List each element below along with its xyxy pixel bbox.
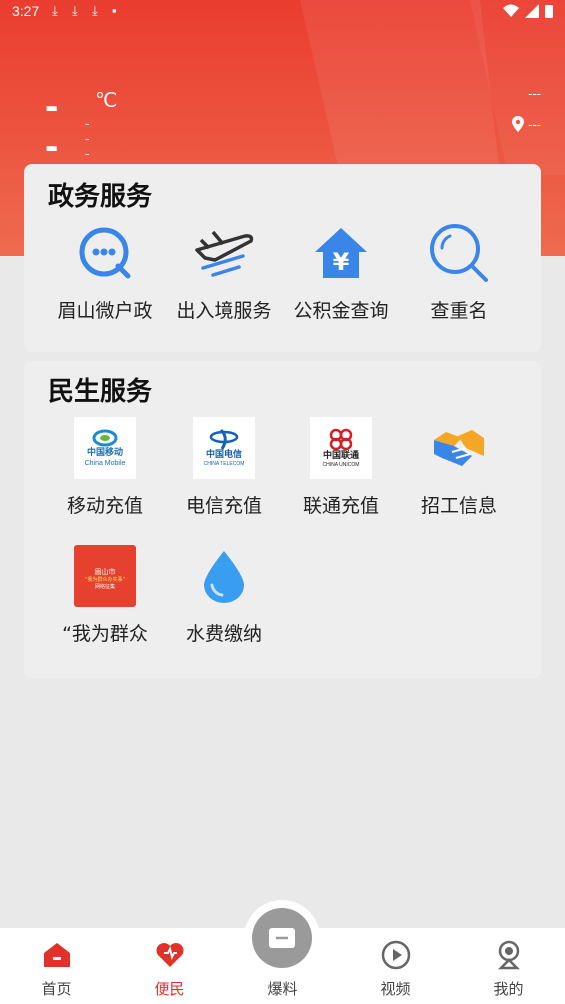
weather-desc: --- <box>85 116 90 161</box>
nav-label: 首页 <box>41 980 72 998</box>
service-label: 公积金查询 <box>293 300 389 322</box>
service-label: 水费缴纳 <box>185 623 262 645</box>
status-time: 3:27 <box>12 3 40 19</box>
location-text: --- <box>528 116 541 132</box>
home-icon <box>0 936 113 974</box>
service-chujing[interactable]: 出入境服务 <box>165 222 283 323</box>
nav-video[interactable]: 视频 <box>339 928 452 999</box>
china-mobile-logo: 中国移动 China Mobile <box>74 417 136 479</box>
water-drop-icon <box>193 545 255 607</box>
nav-label: 我的 <box>493 980 524 998</box>
location-pin-icon <box>512 116 524 132</box>
house-yen-icon: ¥ <box>310 222 372 284</box>
mobile-logo-en: China Mobile <box>84 460 126 467</box>
service-unicom-topup[interactable]: 中国联通 CHINA UNICOM 联通充值 <box>282 417 400 518</box>
notification-icon: ▪ <box>112 3 117 18</box>
service-water-bill[interactable]: 水费缴纳 <box>165 545 283 646</box>
gov-services-card: 政务服务 眉山微户政 出入境服务 ¥ 公积金查询 查重名 <box>24 164 541 352</box>
service-label: 电信充值 <box>185 495 262 517</box>
unicom-logo-cn: 中国联通 <box>322 451 359 461</box>
nav-label: 爆料 <box>267 980 298 998</box>
service-weihuzheng[interactable]: 眉山微户政 <box>46 222 164 323</box>
mobile-logo-cn: 中国移动 <box>86 448 123 458</box>
service-recruitment[interactable]: 招工信息 <box>400 417 518 518</box>
service-people-campaign[interactable]: 眉山市 “我为群众办实事” 网络征集 “我为群众 <box>46 545 164 646</box>
temperature-value: -- <box>45 84 61 168</box>
service-label: 招工信息 <box>420 495 497 517</box>
status-bar: 3:27 ⤓ ⤓ ⤓ ▪ <box>0 0 565 24</box>
download-icon: ⤓ <box>52 3 58 18</box>
china-unicom-logo: 中国联通 CHINA UNICOM <box>310 417 372 479</box>
nav-convenience[interactable]: 便民 <box>113 928 226 999</box>
location[interactable]: --- <box>512 116 541 132</box>
download-icon: ⤓ <box>92 3 98 18</box>
poster-line-1: 眉山市 <box>94 567 116 576</box>
life-services-title: 民生服务 <box>48 377 153 407</box>
poster-line-3: 网络征集 <box>94 583 115 590</box>
heart-icon <box>113 936 226 974</box>
play-icon <box>339 936 452 974</box>
nav-mine[interactable]: 我的 <box>452 928 565 999</box>
airplane-icon <box>193 222 255 284</box>
nav-home[interactable]: 首页 <box>0 928 113 999</box>
service-label: 联通充值 <box>302 495 379 517</box>
decor-shape <box>300 0 500 175</box>
poster-thumbnail: 眉山市 “我为群众办实事” 网络征集 <box>74 545 136 607</box>
life-services-card: 民生服务 中国移动 China Mobile 移动充值 中国电信 CHINA T… <box>24 361 541 678</box>
chat-bubble-icon <box>74 222 136 284</box>
download-icon: ⤓ <box>72 3 78 18</box>
service-label: 移动充值 <box>66 495 143 517</box>
service-label: “我为群众 <box>62 623 148 645</box>
nav-label: 视频 <box>380 980 411 998</box>
unicom-logo-en: CHINA UNICOM <box>322 462 360 468</box>
temperature-unit: ℃ <box>95 90 118 112</box>
wifi-icon <box>503 4 519 17</box>
report-button[interactable] <box>252 908 312 968</box>
service-gongjijin[interactable]: ¥ 公积金查询 <box>282 222 400 323</box>
service-mobile-topup[interactable]: 中国移动 China Mobile 移动充值 <box>46 417 164 518</box>
service-label: 眉山微户政 <box>57 300 153 322</box>
poster-line-2: “我为群众办实事” <box>84 576 126 583</box>
telecom-logo-en: CHINA TELECOM <box>203 461 245 467</box>
signal-icon <box>525 4 539 18</box>
telecom-logo-cn: 中国电信 <box>205 450 242 460</box>
svg-text:¥: ¥ <box>333 248 350 276</box>
user-icon <box>452 936 565 974</box>
weather-extra: --- <box>528 86 541 101</box>
search-icon <box>428 222 490 284</box>
nav-label: 便民 <box>154 980 185 998</box>
battery-icon <box>545 5 553 18</box>
service-label: 出入境服务 <box>176 300 272 322</box>
china-telecom-logo: 中国电信 CHINA TELECOM <box>193 417 255 479</box>
service-chachongming[interactable]: 查重名 <box>400 222 518 323</box>
gov-services-title: 政务服务 <box>48 182 153 212</box>
handshake-icon <box>428 417 490 479</box>
mail-icon <box>269 928 295 948</box>
service-telecom-topup[interactable]: 中国电信 CHINA TELECOM 电信充值 <box>165 417 283 518</box>
service-label: 查重名 <box>430 300 488 322</box>
